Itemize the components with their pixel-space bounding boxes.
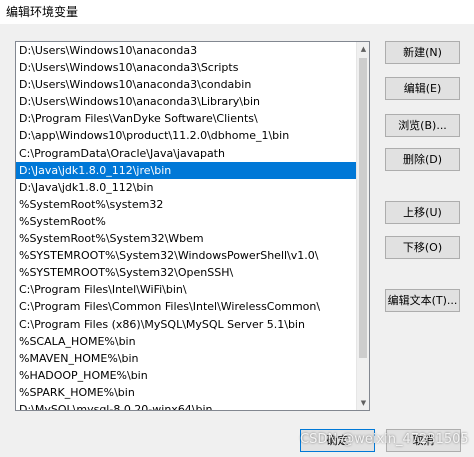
path-list-item[interactable]: D:\Users\Windows10\anaconda3\Library\bin: [16, 93, 357, 110]
path-list-item[interactable]: D:\Users\Windows10\anaconda3: [16, 42, 357, 59]
path-list-item[interactable]: D:\app\Windows10\product\11.2.0\dbhome_1…: [16, 127, 357, 144]
path-list-item[interactable]: %SCALA_HOME%\bin: [16, 333, 357, 350]
path-list-item[interactable]: %SystemRoot%\system32: [16, 196, 357, 213]
path-list-item[interactable]: %HADOOP_HOME%\bin: [16, 367, 357, 384]
new-button[interactable]: 新建(N): [385, 41, 460, 64]
path-list-item[interactable]: C:\Program Files (x86)\MySQL\MySQL Serve…: [16, 316, 357, 333]
path-list-item[interactable]: C:\ProgramData\Oracle\Java\javapath: [16, 145, 357, 162]
path-list-item[interactable]: C:\Program Files\Intel\WiFi\bin\: [16, 281, 357, 298]
move-down-button[interactable]: 下移(O): [385, 236, 460, 259]
path-list-item[interactable]: D:\Java\jdk1.8.0_112\bin: [16, 179, 357, 196]
edit-text-button[interactable]: 编辑文本(T)...: [385, 289, 460, 312]
delete-button[interactable]: 删除(D): [385, 148, 460, 171]
window-title: 编辑环境变量: [0, 0, 474, 24]
path-list-item[interactable]: %SYSTEMROOT%\System32\OpenSSH\: [16, 264, 357, 281]
path-list-item[interactable]: D:\Program Files\VanDyke Software\Client…: [16, 110, 357, 127]
path-list[interactable]: D:\Users\Windows10\anaconda3 D:\Users\Win…: [16, 42, 357, 410]
path-list-item[interactable]: %MAVEN_HOME%\bin: [16, 350, 357, 367]
ok-button[interactable]: 确定: [300, 429, 375, 452]
move-up-button[interactable]: 上移(U): [385, 201, 460, 224]
edit-button[interactable]: 编辑(E): [385, 77, 460, 100]
path-list-item[interactable]: %SYSTEMROOT%\System32\WindowsPowerShell\…: [16, 247, 357, 264]
scroll-down-arrow-icon[interactable]: ▼: [357, 396, 369, 410]
path-listbox[interactable]: D:\Users\Windows10\anaconda3 D:\Users\Win…: [15, 41, 370, 411]
scroll-up-arrow-icon[interactable]: ▲: [357, 42, 369, 56]
path-list-item[interactable]: %SystemRoot%\System32\Wbem: [16, 230, 357, 247]
scrollbar-thumb[interactable]: [359, 58, 367, 358]
vertical-scrollbar[interactable]: ▲ ▼: [356, 42, 369, 410]
path-list-item[interactable]: D:\Users\Windows10\anaconda3\condabin: [16, 76, 357, 93]
path-list-item[interactable]: D:\MySQL\mysql-8.0.20-winx64\bin: [16, 401, 357, 410]
path-list-item[interactable]: C:\Program Files\Common Files\Intel\Wire…: [16, 298, 357, 315]
path-list-item[interactable]: %SystemRoot%: [16, 213, 357, 230]
path-list-item[interactable]: D:\Users\Windows10\anaconda3\Scripts: [16, 59, 357, 76]
browse-button[interactable]: 浏览(B)...: [385, 114, 460, 137]
path-list-item[interactable]: D:\Java\jdk1.8.0_112\jre\bin: [16, 161, 357, 179]
cancel-button[interactable]: 取消: [386, 429, 461, 452]
path-list-item[interactable]: %SPARK_HOME%\bin: [16, 384, 357, 401]
